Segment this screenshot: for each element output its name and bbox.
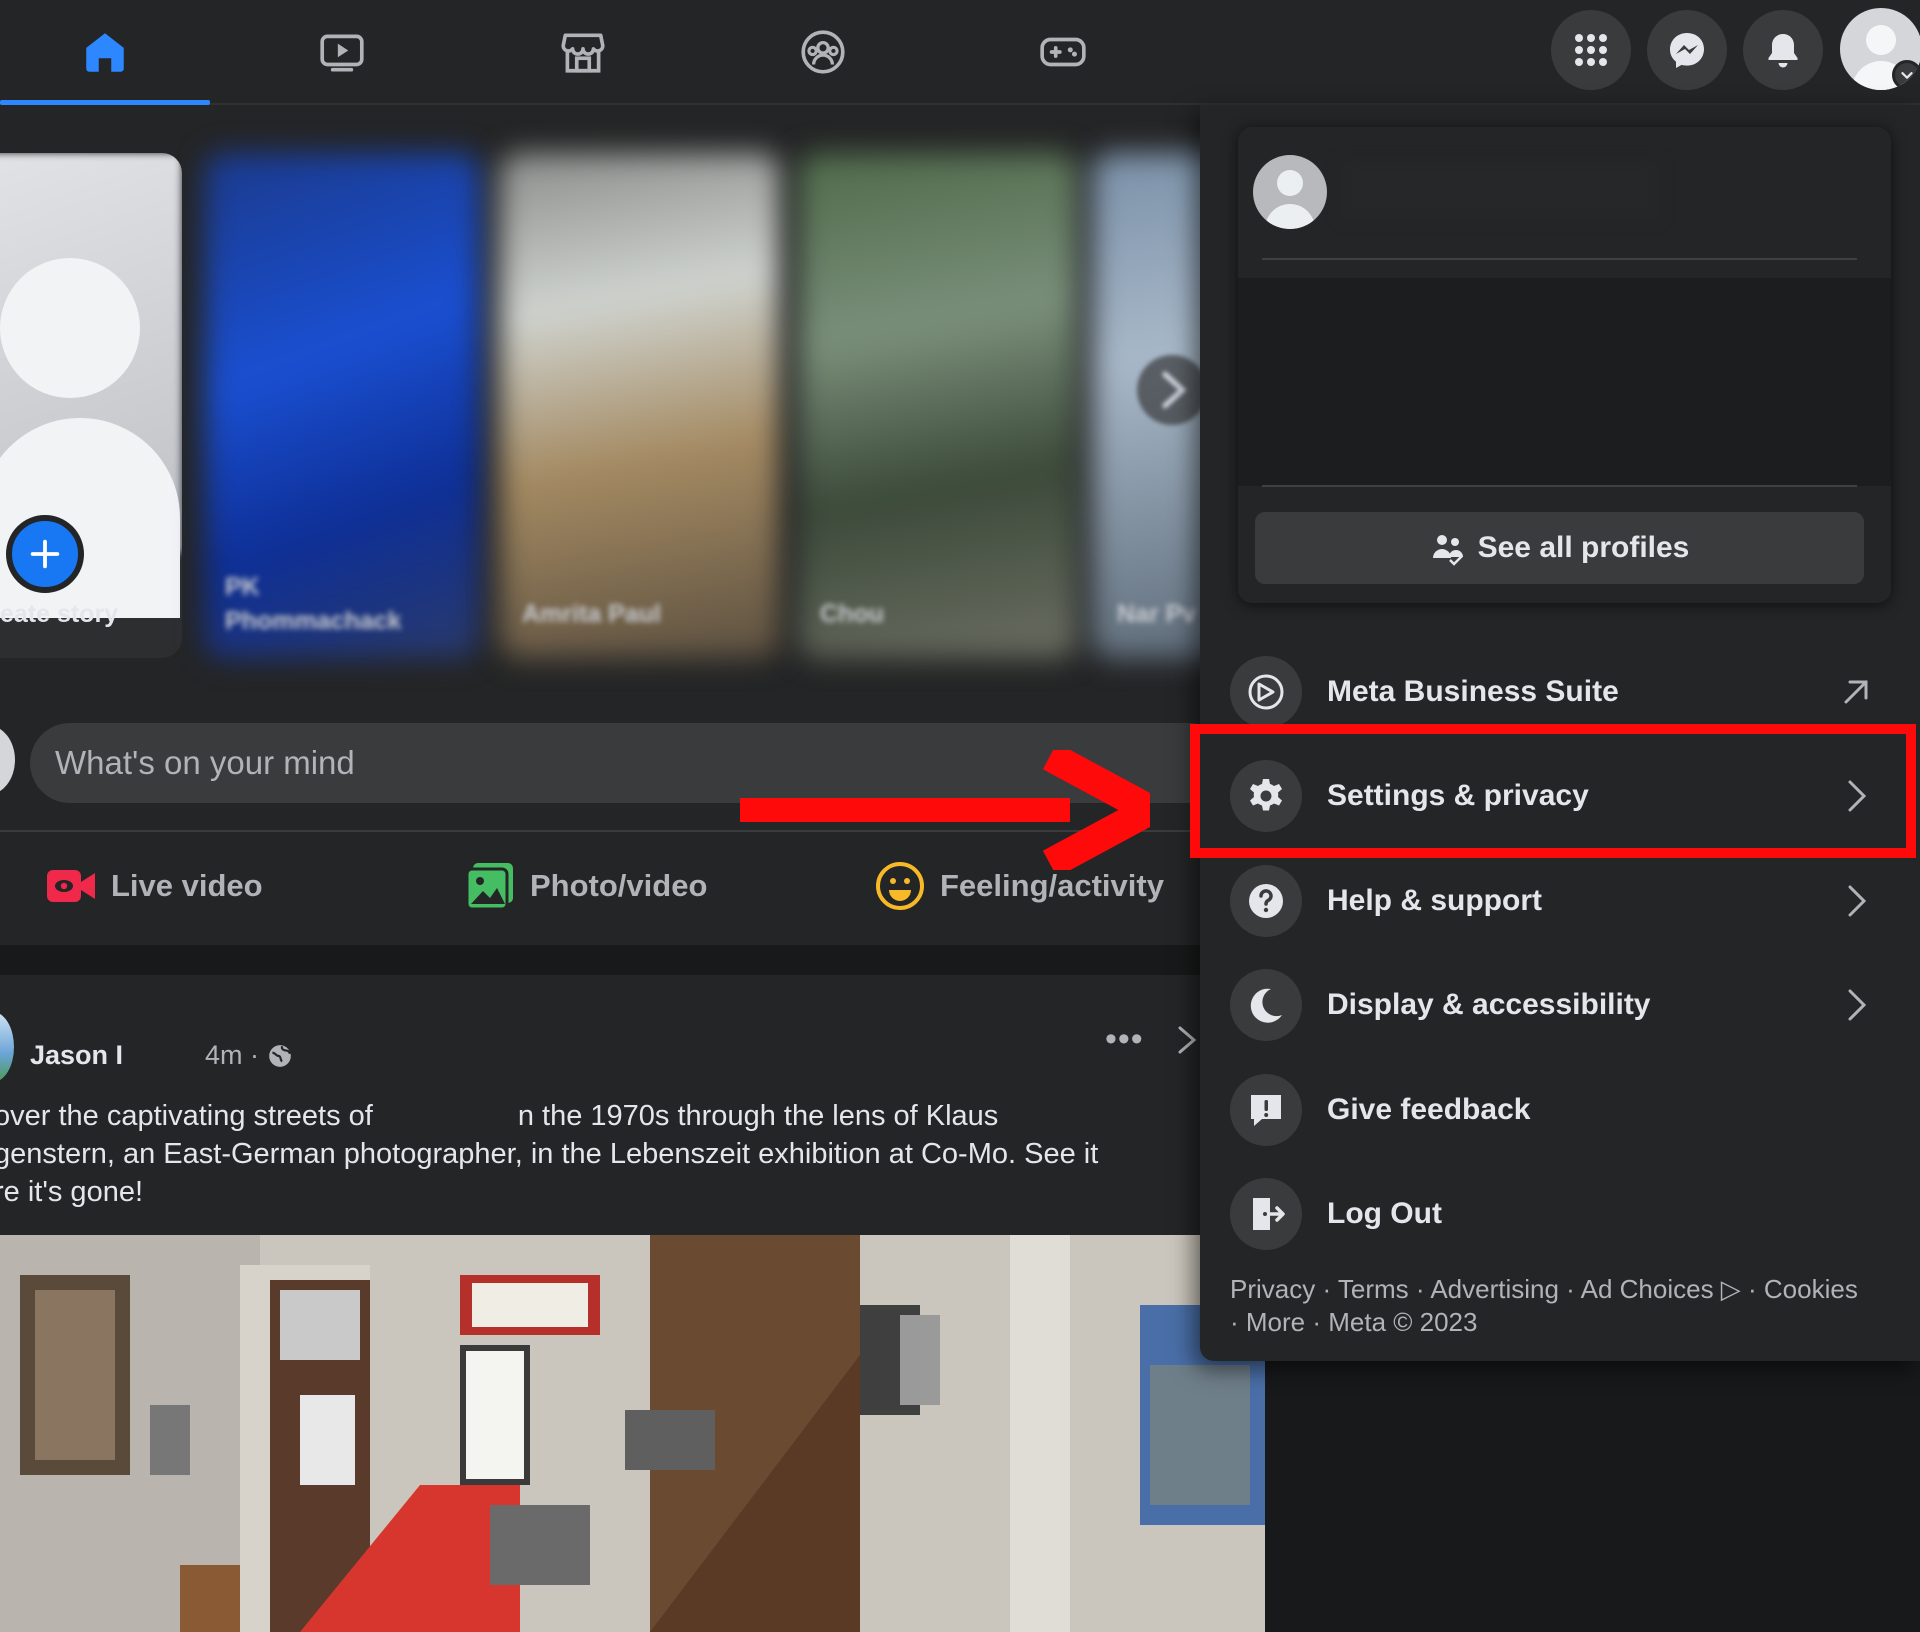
divider: [1262, 485, 1857, 487]
divider: [1262, 258, 1857, 260]
menu-grid-icon: [1575, 34, 1607, 66]
post-body-text: over the captivating streets of n the 19…: [0, 1100, 1099, 1208]
tab-watch[interactable]: [237, 0, 447, 103]
watch-video-icon: [320, 34, 364, 72]
menu-item-label: Meta Business Suite: [1327, 675, 1619, 708]
footer-links-line-2[interactable]: · More · Meta © 2023: [1230, 1306, 1890, 1339]
menu-item-label: Give feedback: [1327, 1093, 1531, 1126]
chevron-right-icon: [1836, 985, 1876, 1025]
menu-item-log-out[interactable]: Log Out: [1230, 1170, 1890, 1258]
profile-name-redacted: [1340, 160, 1660, 220]
chevron-right-icon: [1178, 1026, 1197, 1054]
exhibition-photo: [0, 1235, 1265, 1632]
post-time-text: 4m ·: [205, 1040, 259, 1070]
post-more-options-button[interactable]: •••: [1105, 1020, 1144, 1059]
see-all-profiles-label: See all profiles: [1477, 531, 1690, 564]
logout-icon: [1230, 1178, 1302, 1250]
create-story-label: eate story: [0, 600, 119, 628]
messenger-button[interactable]: [1647, 10, 1727, 90]
story-name: Amrita Paul: [522, 600, 661, 628]
chevron-right-icon: [1836, 881, 1876, 921]
profile-avatar[interactable]: [1253, 155, 1327, 229]
menu-grid-button[interactable]: [1551, 10, 1631, 90]
live-video-button[interactable]: Live video: [45, 858, 263, 914]
footer-links-line-1[interactable]: Privacy · Terms · Advertising · Ad Choic…: [1230, 1273, 1890, 1306]
post-timestamp[interactable]: 4m ·: [205, 1040, 293, 1071]
feedback-icon: [1230, 1074, 1302, 1146]
photo-video-label: Photo/video: [530, 868, 708, 903]
external-arrow-icon: [1836, 672, 1876, 712]
plus-icon: [30, 539, 60, 569]
messenger-icon: [1670, 33, 1704, 68]
annotation-highlight-box: [1190, 724, 1916, 858]
account-chevron-down-icon: [1892, 60, 1920, 90]
menu-item-display-accessibility[interactable]: Display & accessibility: [1230, 961, 1890, 1049]
see-all-profiles-button[interactable]: See all profiles: [1255, 512, 1864, 584]
tab-home[interactable]: [0, 0, 210, 105]
globe-public-icon: [269, 1044, 291, 1067]
post-next-button[interactable]: [1172, 1020, 1202, 1065]
gaming-controller-icon: [1040, 37, 1086, 66]
tab-groups[interactable]: [718, 0, 928, 103]
footer-links[interactable]: Privacy · Terms · Advertising · Ad Choic…: [1230, 1273, 1890, 1339]
moon-icon: [1230, 969, 1302, 1041]
top-navigation-bar: [0, 0, 1920, 105]
live-video-icon: [47, 870, 95, 902]
annotation-arrow-icon: [740, 750, 1150, 870]
marketplace-store-icon: [561, 33, 605, 73]
help-question-icon: [1230, 865, 1302, 937]
notifications-bell-icon: [1768, 34, 1798, 68]
create-story-plus-button[interactable]: [6, 515, 84, 593]
post-author-name[interactable]: Jason I: [30, 1040, 123, 1071]
groups-icon: [801, 29, 845, 74]
chevron-right-icon: [1162, 371, 1187, 409]
account-avatar-button[interactable]: [1840, 8, 1920, 90]
tab-marketplace[interactable]: [478, 0, 688, 103]
menu-item-label: Display & accessibility: [1327, 988, 1651, 1021]
stories-next-button[interactable]: [1137, 355, 1207, 425]
meta-business-suite-icon: [1230, 656, 1302, 728]
live-video-label: Live video: [111, 868, 263, 903]
menu-item-label: Log Out: [1327, 1197, 1442, 1230]
home-icon: [86, 32, 124, 72]
story-name: Nar Pv: [1117, 600, 1197, 628]
menu-item-help-support[interactable]: Help & support: [1230, 857, 1890, 945]
notifications-button[interactable]: [1743, 10, 1823, 90]
profiles-people-icon: [1432, 535, 1463, 566]
post-photo[interactable]: [0, 1235, 1265, 1632]
photo-video-icon: [465, 863, 513, 911]
photo-video-button[interactable]: Photo/video: [464, 858, 707, 914]
menu-item-give-feedback[interactable]: Give feedback: [1230, 1066, 1890, 1154]
menu-item-label: Help & support: [1327, 884, 1542, 917]
story-name: Chou: [820, 600, 884, 628]
story-card[interactable]: [798, 153, 1078, 658]
feeling-activity-label: Feeling/activity: [940, 868, 1164, 903]
menu-item-meta-business-suite[interactable]: Meta Business Suite: [1230, 648, 1890, 736]
tab-gaming[interactable]: [958, 0, 1168, 103]
story-name: PK Phommachack: [225, 573, 402, 635]
profile-list-redacted: [1238, 278, 1891, 486]
default-avatar-icon: [1265, 170, 1315, 229]
story-card[interactable]: [500, 153, 780, 658]
